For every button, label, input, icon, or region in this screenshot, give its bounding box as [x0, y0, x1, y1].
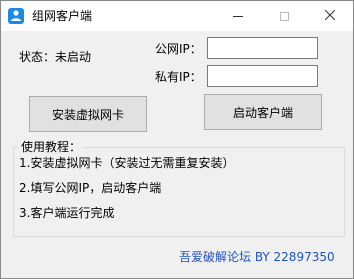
private-ip-label: 私有IP： — [155, 70, 202, 84]
close-button[interactable] — [307, 1, 353, 31]
minimize-icon — [233, 15, 243, 17]
close-icon — [324, 9, 336, 23]
tutorial-step: 2.填写公网IP，启动客户端 — [19, 181, 162, 195]
private-ip-input[interactable] — [207, 65, 318, 87]
maximize-button[interactable] — [261, 1, 307, 31]
install-virtual-nic-button[interactable]: 安装虚拟网卡 — [29, 96, 147, 132]
tutorial-step: 1.安装虚拟网卡（安装过无需重复安装） — [19, 156, 235, 170]
tutorial-step: 3.客户端运行完成 — [19, 206, 115, 220]
minimize-button[interactable] — [215, 1, 261, 31]
status-text: 状态：未启动 — [19, 50, 92, 64]
tutorial-title: 使用教程： — [19, 139, 84, 155]
start-client-button[interactable]: 启动客户端 — [204, 94, 322, 130]
window-title: 组网客户端 — [32, 9, 93, 23]
public-ip-input[interactable] — [207, 37, 318, 59]
public-ip-label: 公网IP： — [155, 42, 202, 56]
footer-credit-link[interactable]: 吾爱破解论坛 BY 22897350 — [179, 249, 335, 265]
app-window: 组网客户端 状态：未启动 公网IP： 私有IP： 安装虚拟网卡 启动客户端 使用… — [0, 0, 354, 279]
start-button-label: 启动客户端 — [232, 105, 293, 120]
install-button-label: 安装虚拟网卡 — [51, 107, 124, 122]
title-bar[interactable]: 组网客户端 — [1, 1, 353, 31]
people-network-icon — [8, 8, 24, 24]
maximize-icon — [279, 11, 289, 21]
